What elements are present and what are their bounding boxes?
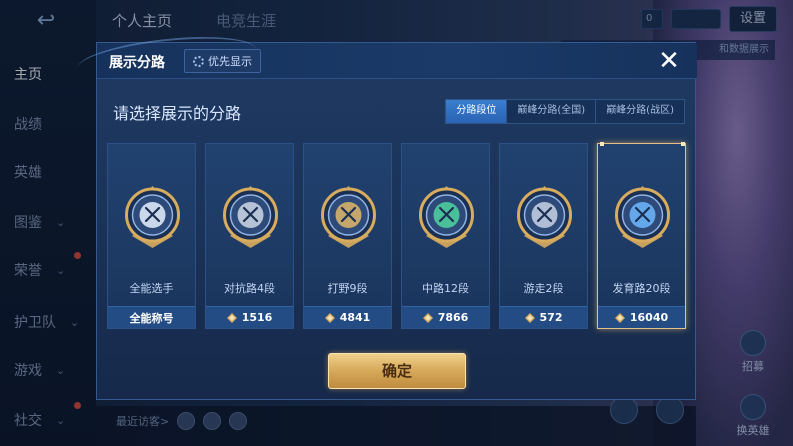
rank-points: 572 xyxy=(539,311,563,324)
lane-cards: 全能选手 全能称号 对抗路4段 1516 打野9段 4841 中路12段 7866 游走2段 57… xyxy=(107,142,687,329)
close-icon[interactable]: ✕ xyxy=(655,47,683,75)
tab-lane-rank[interactable]: 分路段位 xyxy=(446,100,508,123)
lane-card[interactable]: 打野9段 4841 xyxy=(303,143,392,329)
lane-card[interactable]: 全能选手 全能称号 xyxy=(107,143,196,329)
lane-name: 中路12段 xyxy=(422,282,469,295)
tab-peak-lane-region[interactable]: 巅峰分路(战区) xyxy=(596,100,684,123)
lane-card-footer: 全能称号 xyxy=(108,306,195,328)
rank-points-icon xyxy=(324,312,335,323)
selection-corner-marker xyxy=(600,142,604,146)
lane-card-footer: 4841 xyxy=(304,306,391,328)
lane-name: 打野9段 xyxy=(327,282,368,295)
farm-lane-badge-icon xyxy=(615,186,670,248)
lane-card-footer: 572 xyxy=(500,306,587,328)
rank-points: 16040 xyxy=(629,311,669,324)
clash-lane-badge-icon xyxy=(223,186,278,248)
rank-points-icon xyxy=(226,312,237,323)
rank-points-icon xyxy=(614,312,625,323)
tab-peak-lane-national[interactable]: 巅峰分路(全国) xyxy=(507,100,597,123)
jungle-badge-icon xyxy=(321,186,376,248)
lane-card[interactable]: 游走2段 572 xyxy=(499,143,588,329)
rank-points: 7866 xyxy=(437,311,469,324)
lane-display-modal: 展示分路 优先显示 ✕ 请选择展示的分路 分路段位 巅峰分路(全国) 巅峰分路(… xyxy=(75,29,697,400)
modal-subtitle: 请选择展示的分路 xyxy=(113,104,242,123)
rank-points-icon xyxy=(422,312,433,323)
lane-card[interactable]: 中路12段 7866 xyxy=(401,143,490,329)
lane-card-footer: 16040 xyxy=(598,306,685,328)
lane-name: 发育路20段 xyxy=(612,282,671,295)
priority-display-button[interactable]: 优先显示 xyxy=(184,49,261,73)
lane-name: 对抗路4段 xyxy=(224,282,275,295)
title-label: 全能称号 xyxy=(129,311,174,325)
priority-label: 优先显示 xyxy=(208,55,252,68)
rank-points-icon xyxy=(524,312,535,323)
lane-card-footer: 7866 xyxy=(402,306,489,328)
rank-points: 4841 xyxy=(339,311,371,324)
modal-title: 展示分路 xyxy=(109,55,165,71)
gear-icon xyxy=(193,55,204,67)
modal-header: 展示分路 优先显示 ✕ xyxy=(75,29,697,89)
roam-badge-icon xyxy=(517,186,572,248)
mid-lane-badge-icon xyxy=(419,186,474,248)
rank-points: 1516 xyxy=(241,311,273,324)
lane-type-tabs: 分路段位 巅峰分路(全国) 巅峰分路(战区) xyxy=(445,99,685,124)
lane-name: 游走2段 xyxy=(523,282,564,295)
confirm-button[interactable]: 确定 xyxy=(328,353,466,389)
selection-corner-marker xyxy=(681,142,685,146)
lane-name: 全能选手 xyxy=(129,282,174,295)
lane-card-footer: 1516 xyxy=(206,306,293,328)
all-round-badge-icon xyxy=(125,186,180,248)
lane-card[interactable]: 对抗路4段 1516 xyxy=(205,143,294,329)
lane-card[interactable]: 发育路20段 16040 xyxy=(597,142,686,329)
